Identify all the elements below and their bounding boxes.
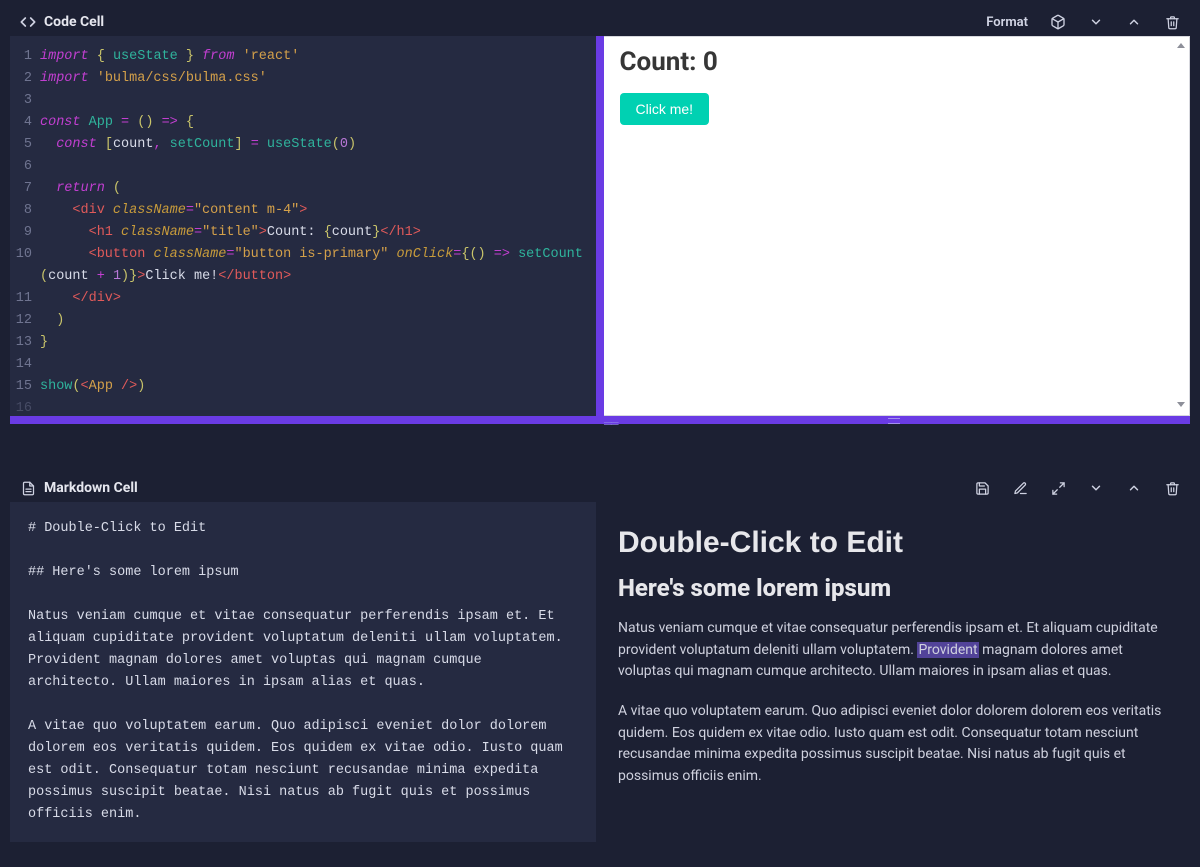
- chevron-up-icon[interactable]: [1126, 480, 1142, 496]
- markdown-render: Double-Click to Edit Here's some lorem i…: [596, 502, 1190, 842]
- render-h2: Here's some lorem ipsum: [618, 574, 1168, 602]
- save-icon[interactable]: [974, 480, 990, 496]
- expand-icon[interactable]: [1050, 480, 1066, 496]
- package-icon[interactable]: [1050, 14, 1066, 30]
- selection-highlight: Provident: [917, 642, 978, 658]
- render-h1: Double-Click to Edit: [618, 526, 1168, 560]
- trash-icon[interactable]: [1164, 480, 1180, 496]
- render-p1: Natus veniam cumque et vitae consequatur…: [618, 618, 1168, 683]
- trash-icon[interactable]: [1164, 14, 1180, 30]
- code-editor[interactable]: 1import { useState } from 'react' 2impor…: [10, 36, 604, 416]
- format-button[interactable]: Format: [986, 15, 1028, 30]
- preview-pane: Count: 0 Click me!: [604, 36, 1191, 416]
- chevron-down-icon[interactable]: [1088, 14, 1104, 30]
- markdown-cell-toolbar: Markdown Cell: [10, 474, 1190, 502]
- markdown-cell-title: Markdown Cell: [44, 480, 138, 496]
- vertical-splitter-handle[interactable]: ||: [596, 219, 598, 233]
- edit-icon[interactable]: [1012, 480, 1028, 496]
- preview-scrollbar[interactable]: [1175, 41, 1187, 411]
- preview-heading: Count: 0: [620, 47, 1174, 77]
- code-cell-title: Code Cell: [44, 14, 104, 30]
- chevron-down-icon[interactable]: [1088, 480, 1104, 496]
- chevron-up-icon[interactable]: [1126, 14, 1142, 30]
- code-cell-body: 1import { useState } from 'react' 2impor…: [10, 36, 1190, 416]
- horizontal-splitter[interactable]: ══: [10, 416, 1190, 424]
- render-p2: A vitae quo voluptatem earum. Quo adipis…: [618, 701, 1168, 788]
- code-cell: Code Cell Format 1import { useState } fr…: [10, 8, 1190, 424]
- code-cell-toolbar: Code Cell Format: [10, 8, 1190, 36]
- markdown-cell: Markdown Cell # Double-Click to Edit: [10, 474, 1190, 842]
- document-icon: [20, 480, 36, 496]
- code-icon: [20, 14, 36, 30]
- markdown-source-editor[interactable]: # Double-Click to Edit ## Here's some lo…: [10, 502, 596, 842]
- click-me-button[interactable]: Click me!: [620, 93, 710, 125]
- markdown-cell-body: # Double-Click to Edit ## Here's some lo…: [10, 502, 1190, 842]
